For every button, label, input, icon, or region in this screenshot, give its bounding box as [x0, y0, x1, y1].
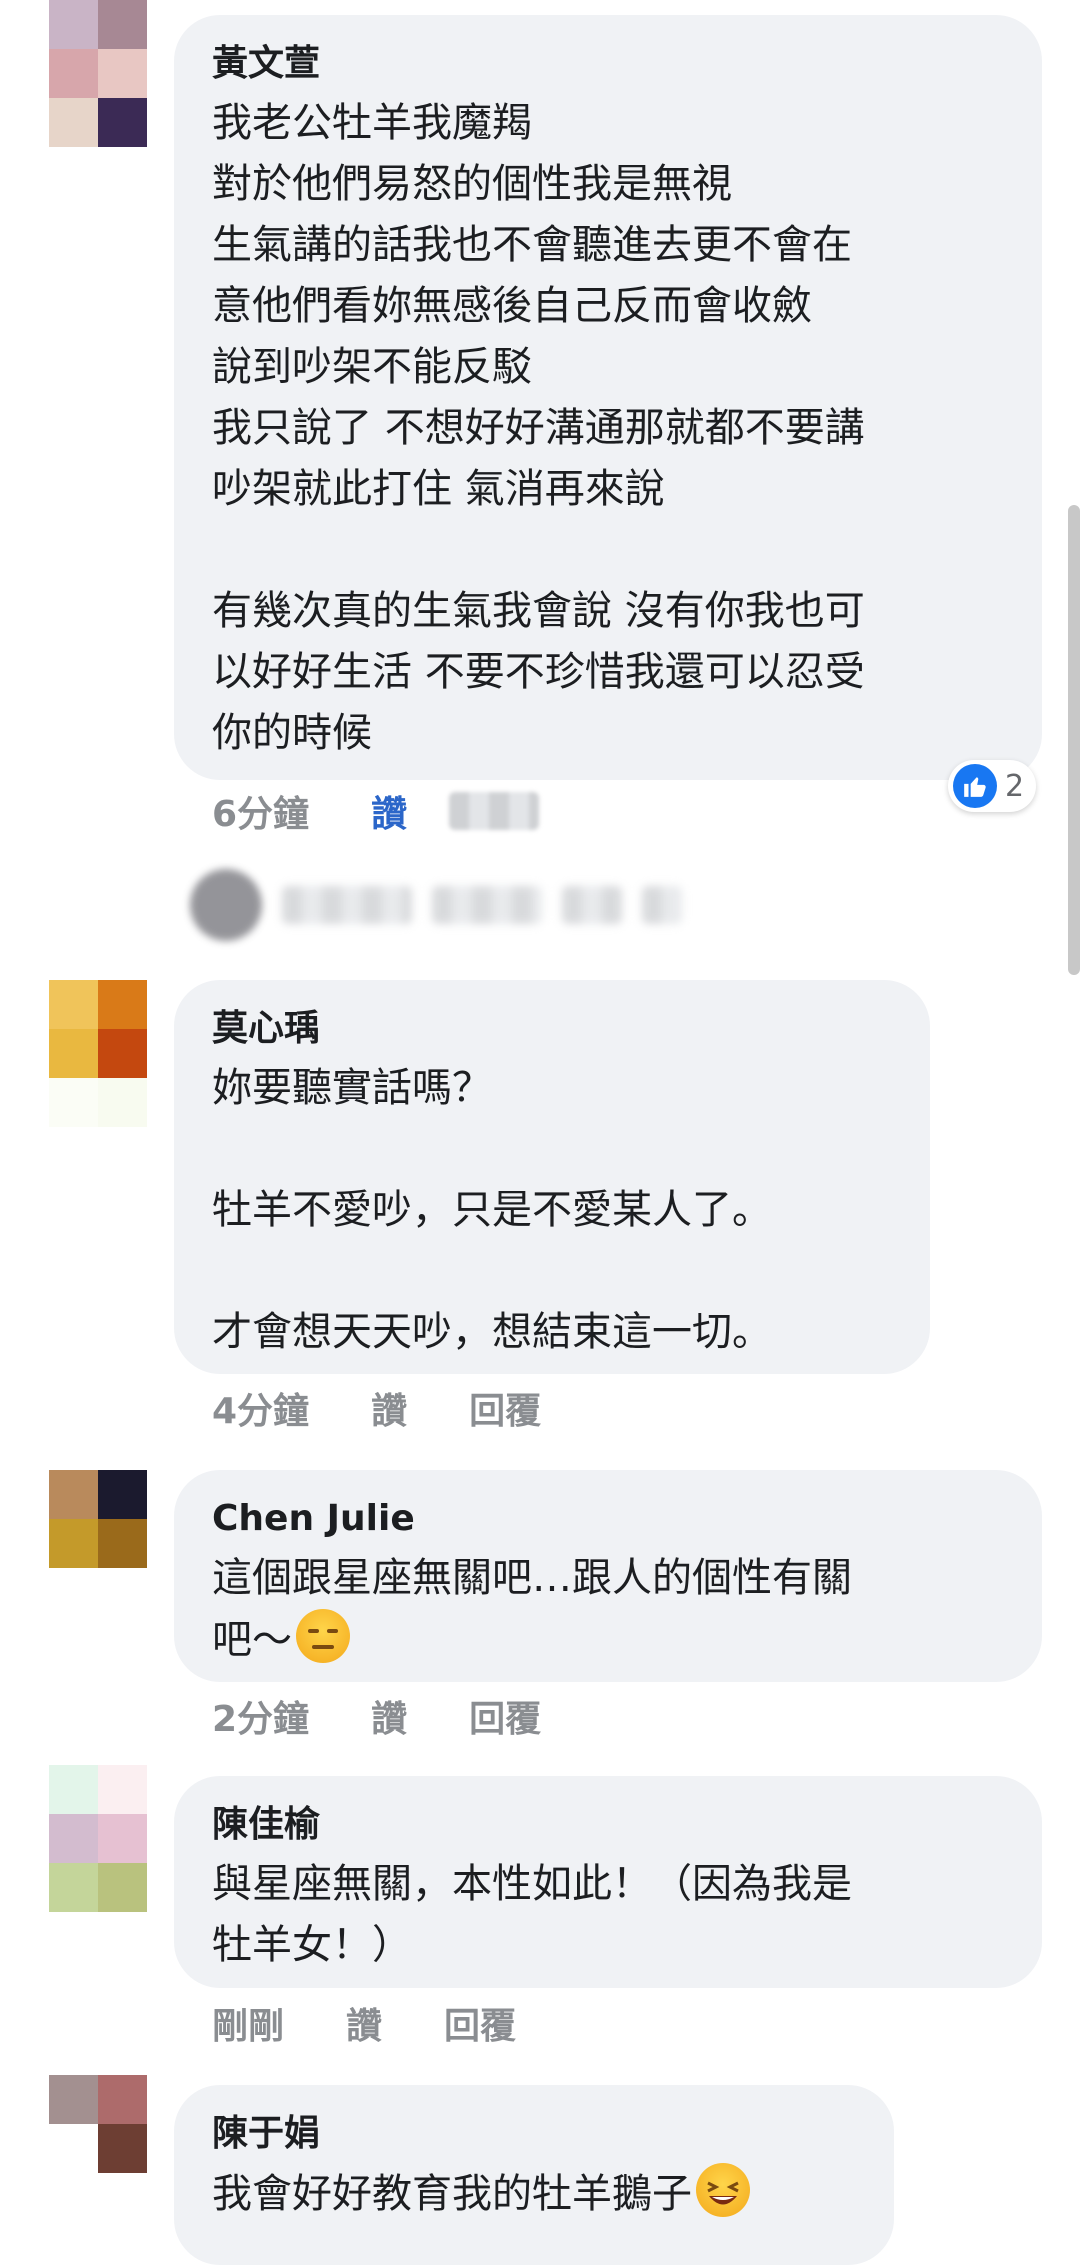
avatar[interactable] [49, 980, 147, 1127]
avatar[interactable] [49, 1765, 147, 1912]
reply-avatar-obscured [190, 869, 262, 941]
like-link[interactable]: 讚 [371, 1382, 407, 1434]
comment-bubble: 陳佳榆 與星座無關，本性如此！（因為我是 牡羊女！） [174, 1776, 1042, 1988]
avatar[interactable] [49, 2075, 147, 2222]
avatar-pixel [98, 980, 147, 1029]
avatar[interactable] [49, 1470, 147, 1617]
comment-author[interactable]: 莫心瑀 [212, 1004, 892, 1054]
comment-text-content: 我會好好教育我的牡羊鵝子 [212, 2171, 692, 2217]
avatar-pixel [49, 1078, 98, 1127]
avatar-pixel [98, 2173, 147, 2222]
avatar-pixel [49, 1814, 98, 1863]
avatar-pixel [49, 98, 98, 147]
comment-time[interactable]: 4分鐘 [212, 1382, 309, 1434]
avatar-pixel [98, 1814, 147, 1863]
expressionless-face-icon [296, 1609, 350, 1663]
comment-author[interactable]: 黃文萱 [212, 39, 1004, 89]
thumbs-up-icon [953, 764, 997, 808]
reaction-count: 2 [1005, 768, 1025, 804]
comment-text: 與星座無關，本性如此！（因為我是 牡羊女！） [212, 1861, 852, 1968]
like-link[interactable]: 讚 [371, 785, 407, 837]
comment-time[interactable]: 剛剛 [212, 1997, 284, 2049]
hidden-replies-row[interactable] [190, 865, 830, 945]
avatar-pixel [49, 49, 98, 98]
avatar-pixel [49, 2075, 98, 2124]
comment-time[interactable]: 2分鐘 [212, 1690, 309, 1742]
obscured-text [432, 886, 542, 924]
avatar-pixel [49, 1568, 98, 1617]
comment-author[interactable]: 陳佳榆 [212, 1800, 1004, 1850]
avatar-pixel [98, 1863, 147, 1912]
avatar-pixel [98, 2075, 147, 2124]
avatar-pixel [98, 1029, 147, 1078]
avatar-pixel [98, 0, 147, 49]
comment-text: 妳要聽實話嗎？ 牡羊不愛吵，只是不愛某人了。 才會想天天吵，想結束這一切。 [212, 1065, 772, 1355]
obscured-text [642, 886, 682, 924]
avatar-pixel [49, 1029, 98, 1078]
avatar-pixel [98, 1568, 147, 1617]
reaction-badge[interactable]: 2 [948, 760, 1037, 812]
comment-author[interactable]: Chen Julie [212, 1494, 1004, 1544]
avatar-pixel [49, 980, 98, 1029]
comment-meta: 4分鐘 讚 回覆 [212, 1382, 541, 1434]
comment-meta: 6分鐘 讚 [212, 785, 540, 837]
like-link[interactable]: 讚 [371, 1690, 407, 1742]
comment-text: 我老公牡羊我魔羯 對於他們易怒的個性我是無視 生氣講的話我也不會聽進去更不會在 … [212, 100, 865, 756]
reply-link-obscured[interactable] [449, 792, 540, 830]
avatar-pixel [49, 0, 98, 49]
obscured-text [282, 886, 412, 924]
obscured-text [562, 886, 622, 924]
grinning-squinting-face-icon [696, 2163, 750, 2217]
avatar[interactable] [49, 0, 147, 147]
comment-author[interactable]: 陳于娟 [212, 2109, 856, 2159]
avatar-pixel [49, 1470, 98, 1519]
avatar-pixel [98, 1078, 147, 1127]
comment-text: 我會好好教育我的牡羊鵝子 [212, 2163, 856, 2225]
like-link[interactable]: 讚 [346, 1997, 382, 2049]
comment-text: 這個跟星座無關吧…跟人的個性有關 吧～ [212, 1548, 1004, 1671]
comment-bubble: 莫心瑀 妳要聽實話嗎？ 牡羊不愛吵，只是不愛某人了。 才會想天天吵，想結束這一切… [174, 980, 930, 1374]
avatar-pixel [98, 1519, 147, 1568]
avatar-pixel [98, 1470, 147, 1519]
scrollbar[interactable] [1068, 505, 1080, 975]
comment-meta: 剛剛 讚 回覆 [212, 1997, 516, 2049]
comment-bubble: 陳于娟 我會好好教育我的牡羊鵝子 [174, 2085, 894, 2265]
comment-time[interactable]: 6分鐘 [212, 785, 309, 837]
avatar-pixel [49, 1519, 98, 1568]
avatar-pixel [98, 49, 147, 98]
avatar-pixel [98, 98, 147, 147]
avatar-pixel [49, 2173, 98, 2222]
comment-bubble: 黃文萱 我老公牡羊我魔羯 對於他們易怒的個性我是無視 生氣講的話我也不會聽進去更… [174, 15, 1042, 780]
avatar-pixel [98, 1765, 147, 1814]
avatar-pixel [49, 1863, 98, 1912]
reply-link[interactable]: 回覆 [469, 1690, 541, 1742]
comment-bubble: Chen Julie 這個跟星座無關吧…跟人的個性有關 吧～ [174, 1470, 1042, 1682]
avatar-pixel [49, 1765, 98, 1814]
comment-meta: 2分鐘 讚 回覆 [212, 1690, 541, 1742]
reply-link[interactable]: 回覆 [444, 1997, 516, 2049]
avatar-pixel [49, 2124, 98, 2173]
avatar-pixel [98, 2124, 147, 2173]
reply-link[interactable]: 回覆 [469, 1382, 541, 1434]
